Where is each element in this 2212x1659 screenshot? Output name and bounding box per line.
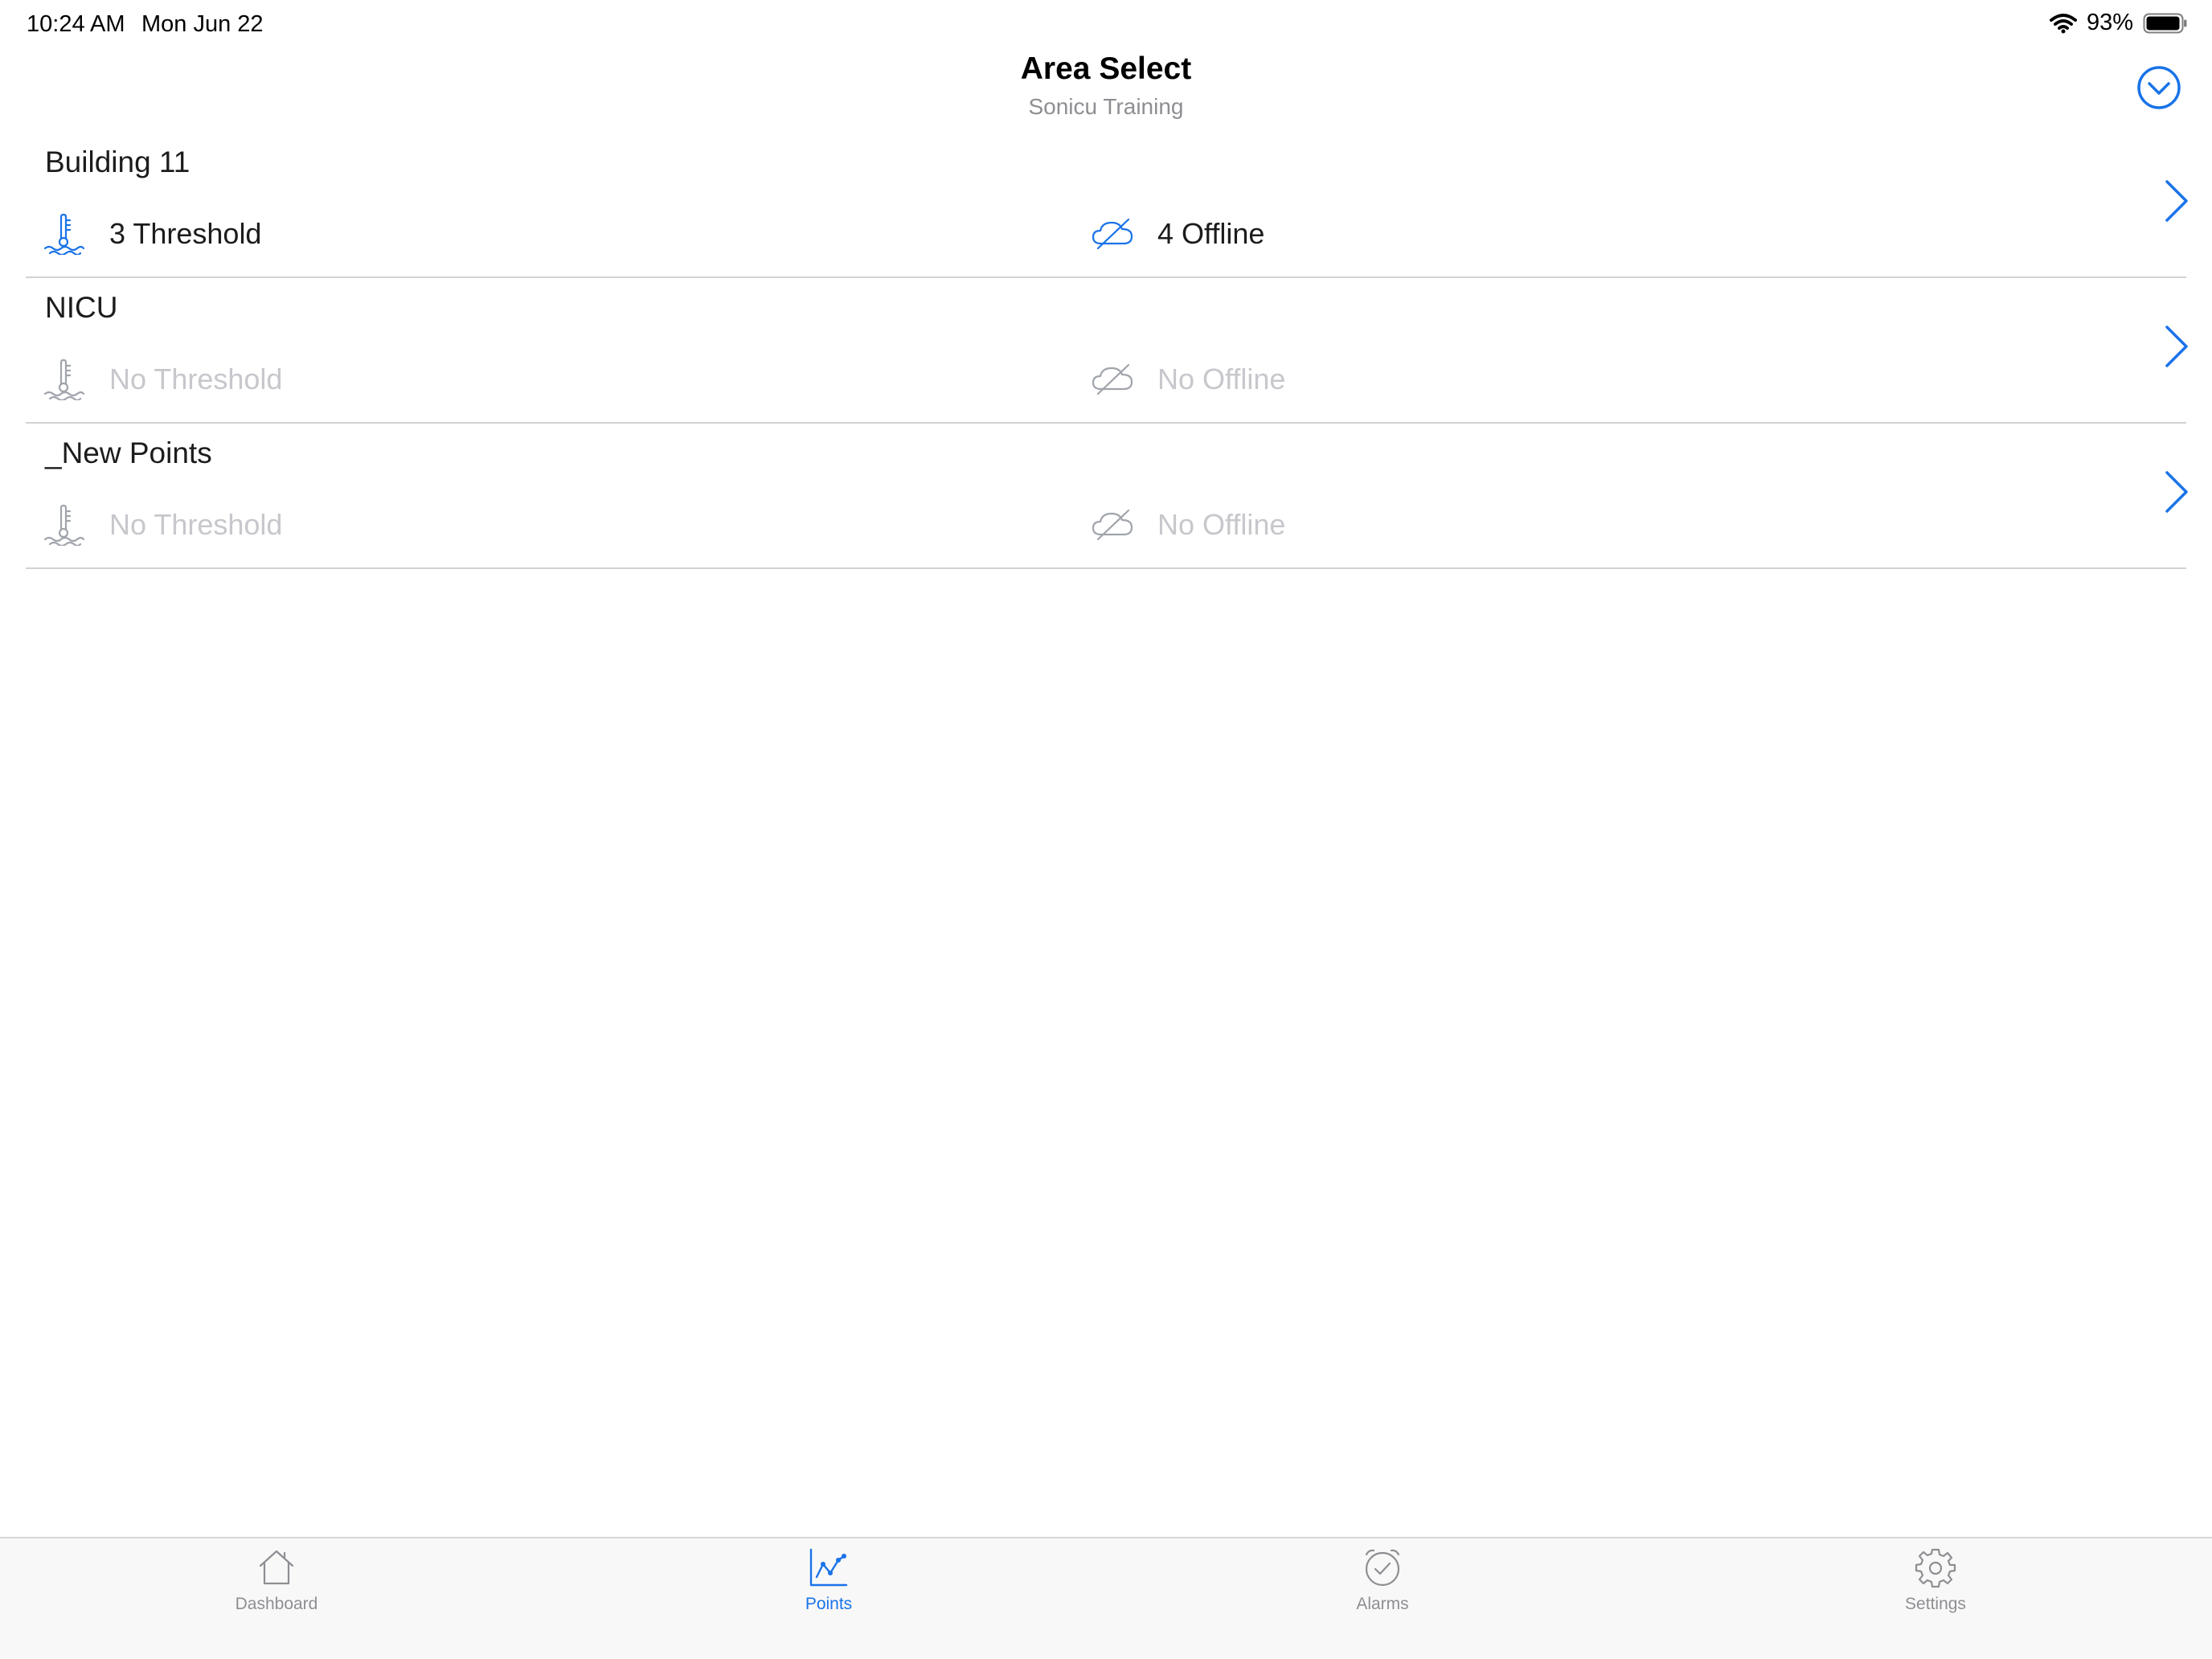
thermometer-icon — [43, 213, 85, 255]
page-title: Area Select — [1020, 51, 1192, 86]
status-time: 10:24 AM — [27, 11, 125, 37]
chevron-right-icon[interactable] — [2162, 177, 2191, 225]
tab-label: Alarms — [1356, 1595, 1409, 1613]
threshold-stat: 3 Threshold — [43, 213, 261, 255]
cloud-offline-icon — [1092, 363, 1133, 395]
offline-count: No Offline — [1157, 363, 1286, 395]
threshold-stat: No Threshold — [43, 358, 282, 400]
area-list: Building 11 3 Threshold 4 Offline NICU N… — [0, 133, 2212, 569]
battery-icon — [2143, 13, 2187, 33]
tab-alarms[interactable]: Alarms — [1262, 1538, 1503, 1659]
area-name: NICU — [45, 291, 118, 324]
alarm-clock-icon — [1365, 1549, 1400, 1587]
tab-label: Settings — [1905, 1595, 1966, 1613]
tab-settings[interactable]: Settings — [1815, 1538, 2056, 1659]
tab-points[interactable]: Points — [708, 1538, 949, 1659]
tab-dashboard[interactable]: Dashboard — [156, 1538, 397, 1659]
wifi-icon — [2049, 13, 2077, 33]
threshold-count: No Threshold — [109, 508, 283, 541]
thermometer-icon — [43, 504, 85, 546]
threshold-count: No Threshold — [109, 363, 283, 395]
page-subtitle: Sonicu Training — [1028, 94, 1184, 119]
chevron-down-circle-icon[interactable] — [2136, 65, 2181, 110]
screen: 10:24 AM Mon Jun 22 93% Area Select Soni… — [0, 0, 2212, 1659]
offline-count: 4 Offline — [1157, 217, 1265, 250]
offline-stat: 4 Offline — [1092, 213, 1264, 255]
chart-icon — [809, 1548, 848, 1587]
cloud-offline-icon — [1092, 509, 1133, 541]
chevron-right-icon[interactable] — [2162, 468, 2191, 516]
row-divider — [26, 567, 2186, 569]
threshold-stat: No Threshold — [43, 504, 282, 546]
house-icon — [259, 1550, 294, 1585]
area-row-building-11[interactable]: Building 11 3 Threshold 4 Offline — [0, 133, 2212, 278]
cloud-offline-icon — [1092, 218, 1133, 250]
area-name: _New Points — [45, 436, 212, 469]
offline-stat: No Offline — [1092, 358, 1285, 400]
status-bar: 10:24 AM Mon Jun 22 93% — [0, 0, 2212, 51]
status-indicators: 93% — [2049, 10, 2188, 36]
threshold-count: 3 Threshold — [109, 217, 262, 250]
area-row-new-points[interactable]: _New Points No Threshold No Offline — [0, 424, 2212, 569]
chevron-right-icon[interactable] — [2162, 322, 2191, 371]
area-name: Building 11 — [45, 145, 190, 178]
tab-label: Dashboard — [235, 1595, 318, 1613]
offline-count: No Offline — [1157, 508, 1286, 541]
tab-bar: Dashboard Points Alarms Settings — [0, 1537, 2212, 1659]
thermometer-icon — [43, 358, 85, 400]
area-row-nicu[interactable]: NICU No Threshold No Offline — [0, 278, 2212, 424]
status-date: Mon Jun 22 — [141, 11, 264, 37]
tab-label: Points — [805, 1595, 853, 1613]
battery-percent: 93% — [2086, 10, 2133, 35]
gear-icon — [1915, 1548, 1956, 1588]
offline-stat: No Offline — [1092, 504, 1285, 546]
